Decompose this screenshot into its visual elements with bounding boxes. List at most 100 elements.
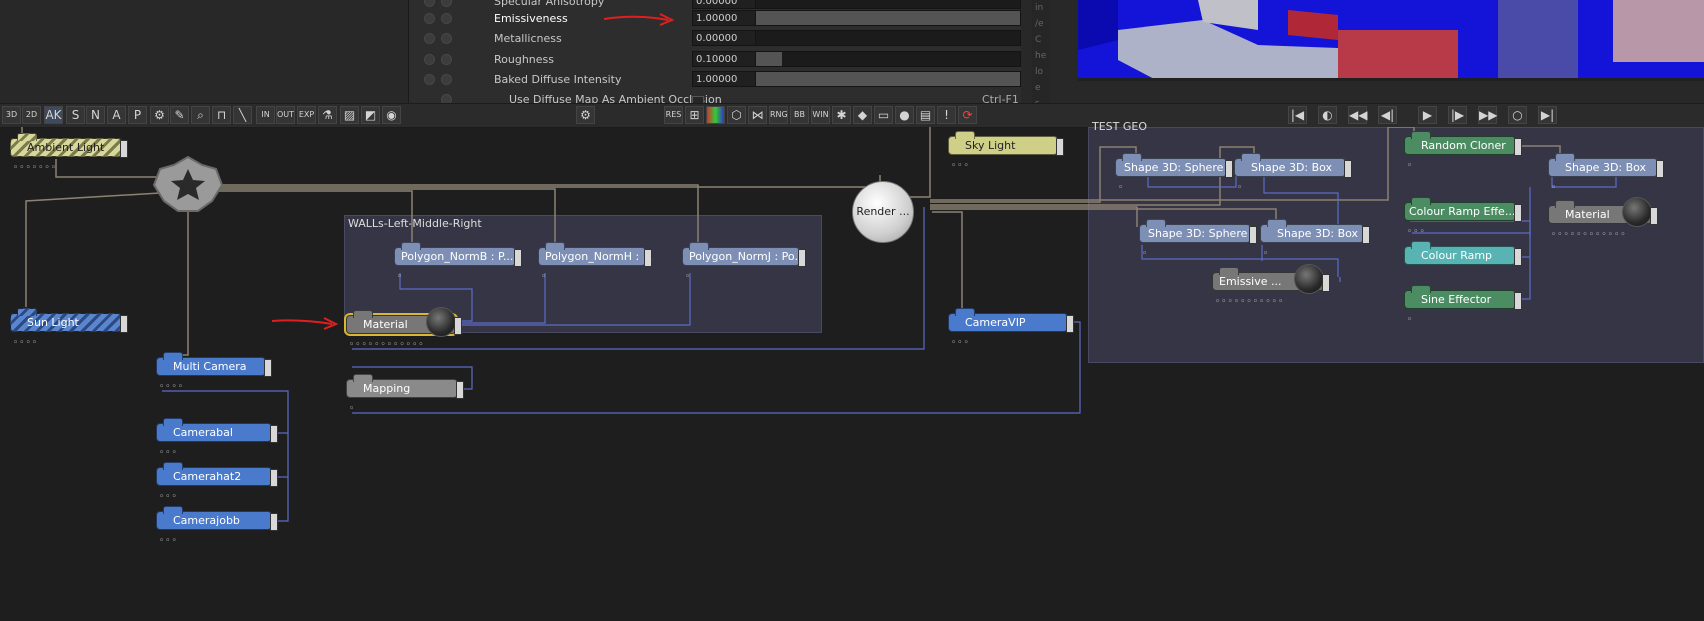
side-tab[interactable]: he [1035, 51, 1050, 64]
toolbar-rng-button[interactable]: RNG [769, 106, 788, 124]
play-icon[interactable]: ▶ [1418, 106, 1437, 124]
diffuse-ao-checkbox[interactable] [692, 96, 704, 103]
go-end-icon[interactable]: ▶| [1538, 106, 1557, 124]
property-row-metallicness[interactable]: Metallicness 0.00000 [409, 29, 1021, 49]
line-icon[interactable]: ╲ [233, 106, 252, 124]
side-tab[interactable]: C [1035, 35, 1050, 48]
shape-box-node[interactable]: Shape 3D: Box ◦ [1548, 153, 1664, 193]
rgb-icon[interactable] [706, 106, 725, 124]
side-tab[interactable]: /e [1035, 19, 1050, 32]
camera-a-node[interactable]: Camerabal ◦◦◦ [156, 418, 278, 458]
link-icon[interactable] [441, 74, 452, 85]
property-value-field[interactable]: 1.00000 [692, 10, 758, 26]
property-row-baked-diffuse[interactable]: Baked Diffuse Intensity 1.00000 [409, 70, 1021, 90]
shape-box-node[interactable]: Shape 3D: Box ◦ [1234, 153, 1352, 193]
toolbar-in-button[interactable]: IN [256, 106, 275, 124]
go-start-icon[interactable]: |◀ [1288, 106, 1307, 124]
property-row-roughness[interactable]: Roughness 0.10000 [409, 50, 1021, 70]
sphere-icon[interactable]: ● [895, 106, 914, 124]
side-tab[interactable]: in [1035, 3, 1050, 16]
loop-icon[interactable]: ◐ [1318, 106, 1337, 124]
mask-icon[interactable]: ▭ [874, 106, 893, 124]
film-icon[interactable]: ▤ [916, 106, 935, 124]
polygon-normj-node[interactable]: Polygon_NormJ : Po... ◦ [682, 242, 806, 282]
ambient-light-node[interactable]: Ambient Light ◦◦◦◦◦◦◦ [10, 133, 128, 173]
toolbar-a-button[interactable]: A [107, 106, 126, 124]
property-slider[interactable] [755, 71, 1021, 87]
material-node[interactable]: Material ◦◦◦◦◦◦◦◦◦◦◦◦ [1548, 197, 1658, 240]
reset-icon[interactable] [424, 33, 435, 44]
mesh-icon[interactable]: ⋈ [748, 106, 767, 124]
link-icon[interactable] [441, 54, 452, 65]
sun-light-node[interactable]: Sun Light ◦◦◦◦ [10, 308, 128, 348]
side-tab[interactable]: e [1035, 83, 1050, 96]
property-slider[interactable] [755, 10, 1021, 26]
link-icon[interactable] [441, 94, 452, 103]
toolbar-exp-button[interactable]: EXP [297, 106, 316, 124]
property-row-diffuse-ao[interactable]: Use Diffuse Map As Ambient Occlusion Ctr… [409, 90, 1021, 103]
shape-sphere-node[interactable]: Shape 3D: Sphere ◦ [1115, 153, 1233, 193]
random-cloner-node[interactable]: Random Cloner ◦ [1404, 131, 1522, 171]
shape-sphere-node[interactable]: Shape 3D: Sphere ◦ [1139, 219, 1257, 259]
property-value-field[interactable]: 0.00000 [692, 30, 758, 46]
toolbar-win-button[interactable]: WIN [811, 106, 830, 124]
grid-icon[interactable]: ⊞ [685, 106, 704, 124]
property-slider[interactable] [755, 51, 1021, 67]
toolbar-2d-button[interactable]: 2D [22, 106, 41, 124]
camera-b-node[interactable]: Camerahat2 ◦◦◦ [156, 462, 278, 502]
reset-icon[interactable] [424, 74, 435, 85]
colour-ramp-effector-node[interactable]: Colour Ramp Effe... ◦◦◦ [1404, 197, 1522, 237]
property-slider[interactable] [755, 0, 1021, 9]
shape-box-node[interactable]: Shape 3D: Box ◦ [1260, 219, 1370, 259]
material-node-selected[interactable]: Material ◦◦◦◦◦◦◦◦◦◦◦◦ [346, 307, 462, 350]
zoom-icon[interactable]: ⌕ [191, 106, 210, 124]
lasso-icon[interactable]: ✎ [170, 106, 189, 124]
sky-light-node[interactable]: Sky Light ◦◦◦ [948, 131, 1064, 171]
step-forward-icon[interactable]: |▶ [1448, 106, 1467, 124]
side-tab[interactable]: lo [1035, 67, 1050, 80]
reset-icon[interactable] [424, 54, 435, 65]
property-value-field[interactable]: 1.00000 [692, 71, 758, 87]
polygon-normb-node[interactable]: Polygon_NormB : P... ◦ [394, 242, 522, 282]
render-node[interactable]: Render ... [852, 181, 914, 243]
toolbar-ak-button[interactable]: AK [44, 106, 63, 124]
toolbar-3d-button[interactable]: 3D [2, 106, 21, 124]
cube-icon[interactable]: ⬡ [727, 106, 746, 124]
toolbar-out-button[interactable]: OUT [276, 106, 295, 124]
polygon-normh-node[interactable]: Polygon_NormH : ... ◦ [538, 242, 653, 282]
toolbar-res-button[interactable]: RES [664, 106, 683, 124]
reload-icon[interactable]: ⟳ [958, 106, 977, 124]
property-value-field[interactable]: 0.10000 [692, 51, 758, 67]
toolbar-s-button[interactable]: S [66, 106, 85, 124]
toolbar-n-button[interactable]: N [86, 106, 105, 124]
slash-icon[interactable]: ◩ [361, 106, 380, 124]
fast-forward-icon[interactable]: ▶▶ [1478, 106, 1497, 124]
link-icon[interactable] [441, 33, 452, 44]
colour-ramp-node[interactable]: Colour Ramp [1404, 241, 1522, 266]
emissive-material-node[interactable]: Emissive ... ◦◦◦◦◦◦◦◦◦◦◦ [1212, 264, 1330, 307]
warning-icon[interactable]: ! [937, 106, 956, 124]
property-value-field[interactable]: 0.00000 [692, 0, 758, 9]
toolbar-bb-button[interactable]: BB [790, 106, 809, 124]
star-hub-node[interactable] [150, 155, 226, 217]
reset-icon[interactable] [424, 0, 435, 7]
flask-icon[interactable]: ⚗ [318, 106, 337, 124]
target-icon[interactable]: ◉ [382, 106, 401, 124]
sine-effector-node[interactable]: Sine Effector ◦ [1404, 285, 1522, 325]
property-row-emissiveness[interactable]: Emissiveness 1.00000 [409, 9, 1021, 29]
step-back-icon[interactable]: ◀| [1378, 106, 1397, 124]
star-icon[interactable]: ✱ [832, 106, 851, 124]
node-graph-canvas[interactable]: WALLs-Left-Middle-Right TEST GEO Ambient… [0, 120, 1704, 621]
record-icon[interactable]: ○ [1508, 106, 1527, 124]
link-icon[interactable] [441, 0, 452, 7]
gear-icon[interactable]: ⚙ [150, 106, 169, 124]
pulse-icon[interactable]: ⊓ [212, 106, 231, 124]
toolbar-p-button[interactable]: P [128, 106, 147, 124]
camera-c-node[interactable]: Camerajobb ◦◦◦ [156, 506, 278, 546]
mapping-node[interactable]: Mapping ◦ [346, 374, 464, 414]
camera-vip-node[interactable]: CameraVIP ◦◦◦ [948, 308, 1074, 348]
settings-gear-icon[interactable]: ⚙ [576, 106, 595, 124]
link-icon[interactable] [441, 13, 452, 24]
rewind-icon[interactable]: ◀◀ [1348, 106, 1367, 124]
render-viewport[interactable] [1078, 0, 1704, 81]
